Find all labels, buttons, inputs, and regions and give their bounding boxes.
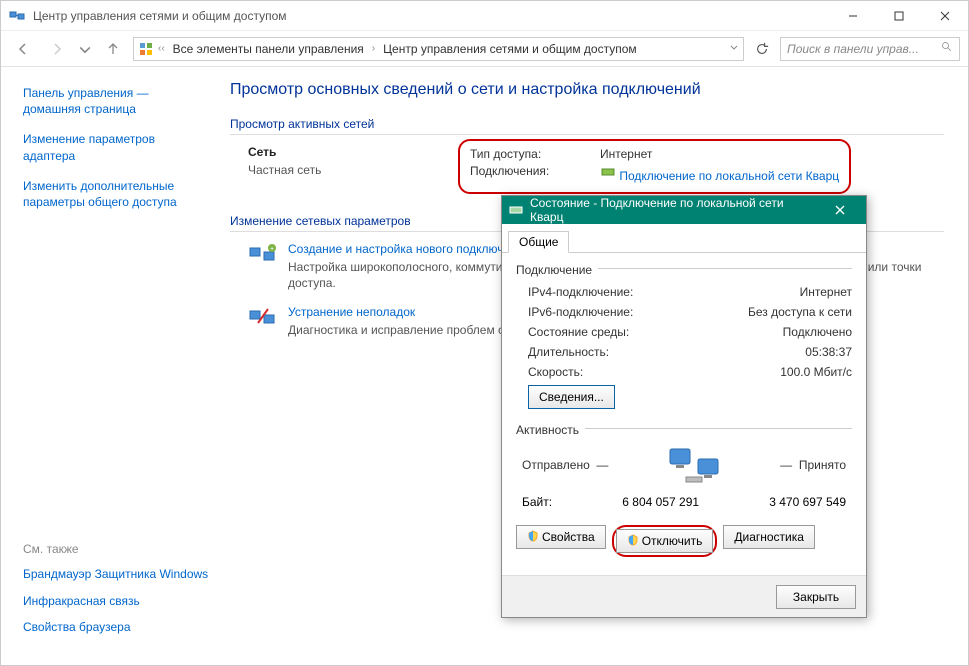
connection-link[interactable]: Подключение по локальной сети Кварц [600,164,839,183]
shield-icon [627,534,639,549]
properties-button[interactable]: Свойства [516,525,606,549]
computers-icon [666,445,722,485]
media-state-value: Подключено [783,325,852,339]
sent-label: Отправлено — [522,458,608,472]
disable-button[interactable]: Отключить [616,529,714,553]
bytes-label: Байт: [522,495,552,509]
network-name: Сеть [248,145,468,159]
breadcrumb-item[interactable]: Все элементы панели управления [169,42,368,56]
speed-value: 100.0 Мбит/с [780,365,852,379]
svg-text:+: + [270,246,274,253]
titlebar-controls [830,1,968,31]
page-heading: Просмотр основных сведений о сети и наст… [230,81,944,99]
network-icon [9,8,25,24]
access-type-label: Тип доступа: [470,147,600,161]
maximize-button[interactable] [876,1,922,31]
breadcrumb-item[interactable]: Центр управления сетями и общим доступом [379,42,641,56]
history-dropdown[interactable] [77,35,93,63]
network-center-window: Центр управления сетями и общим доступом… [0,0,969,666]
dialog-action-buttons: Свойства Отключить Диагностика [516,525,852,567]
network-type: Частная сеть [248,163,468,177]
sidebar-link-sharing[interactable]: Изменить дополнительные параметры общего… [23,178,202,210]
bytes-row: Байт: 6 804 057 291 3 470 697 549 [516,495,852,509]
connections-label: Подключения: [470,164,600,183]
speed-label: Скорость: [528,365,583,379]
media-state-label: Состояние среды: [528,325,629,339]
refresh-button[interactable] [750,37,774,61]
connection-group-label: Подключение [516,263,592,277]
shield-icon [527,530,539,545]
network-identity: Сеть Частная сеть [248,145,468,188]
duration-label: Длительность: [528,345,609,359]
dialog-tabs: Общие [502,224,866,253]
ipv4-label: IPv4-подключение: [528,285,633,299]
received-label: — Принято [780,458,846,472]
adapter-icon [600,164,616,180]
bytes-received: 3 470 697 549 [769,495,846,509]
active-networks-header: Просмотр активных сетей [230,117,944,135]
close-button[interactable]: Закрыть [776,585,856,609]
network-details: Тип доступа: Интернет Подключения: Подкл… [468,145,944,188]
chevron-right-icon: › [372,43,375,54]
search-placeholder: Поиск в панели управ... [787,42,919,56]
tab-general[interactable]: Общие [508,231,569,253]
search-icon [941,41,953,56]
dialog-titlebar: Состояние - Подключение по локальной сет… [502,196,866,224]
back-button[interactable] [9,35,37,63]
breadcrumb[interactable]: ‹‹ Все элементы панели управления › Цент… [133,37,744,61]
ipv6-label: IPv6-подключение: [528,305,633,319]
see-also-heading: См. также [23,542,208,556]
new-connection-icon: + [248,242,278,268]
access-type-value: Интернет [600,147,652,161]
duration-value: 05:38:37 [805,345,852,359]
minimize-button[interactable] [830,1,876,31]
dialog-footer: Закрыть [502,575,866,617]
highlight-circle: Тип доступа: Интернет Подключения: Подкл… [458,139,851,194]
highlight-oval: Отключить [612,525,718,557]
see-also-browser[interactable]: Свойства браузера [23,619,208,635]
see-also-firewall[interactable]: Брандмауэр Защитника Windows [23,566,208,582]
close-button[interactable] [922,1,968,31]
window-title: Центр управления сетями и общим доступом [33,9,830,23]
ipv4-value: Интернет [800,285,852,299]
forward-button[interactable] [43,35,71,63]
troubleshoot-icon [248,305,278,331]
network-row: Сеть Частная сеть Тип доступа: Интернет … [230,145,944,188]
connection-status-dialog: Состояние - Подключение по локальной сет… [501,195,867,618]
sidebar-link-home[interactable]: Панель управления — домашняя страница [23,85,202,117]
dialog-body: Подключение IPv4-подключение: Интернет IP… [502,253,866,575]
sidebar-see-also: См. также Брандмауэр Защитника Windows И… [23,542,208,645]
details-button[interactable]: Сведения... [528,385,615,409]
see-also-infrared[interactable]: Инфракрасная связь [23,593,208,609]
titlebar: Центр управления сетями и общим доступом [1,1,968,31]
sidebar-link-adapter[interactable]: Изменение параметров адаптера [23,131,202,163]
ipv6-value: Без доступа к сети [748,305,852,319]
breadcrumb-dropdown[interactable] [729,42,739,55]
navbar: ‹‹ Все элементы панели управления › Цент… [1,31,968,67]
search-input[interactable]: Поиск в панели управ... [780,37,960,61]
up-button[interactable] [99,35,127,63]
activity-group-label: Активность [516,423,579,437]
breadcrumb-prefix: ‹‹ [158,43,165,54]
adapter-icon [508,202,524,218]
bytes-sent: 6 804 057 291 [622,495,699,509]
diagnose-button[interactable]: Диагностика [723,525,815,549]
control-panel-icon [138,41,154,57]
activity-header: Отправлено — — Принято [516,445,852,485]
dialog-title: Состояние - Подключение по локальной сет… [530,196,820,224]
dialog-close-button[interactable] [820,196,860,224]
sidebar: Панель управления — домашняя страница Из… [1,67,216,665]
